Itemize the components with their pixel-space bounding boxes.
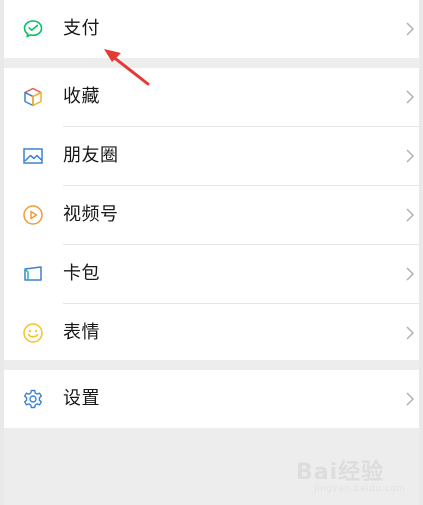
settings-group: 设置 xyxy=(4,370,419,428)
menu-item-label: 表情 xyxy=(63,322,100,343)
chevron-right-icon xyxy=(405,391,415,407)
main-group: 收藏 朋友圈 视频号 卡包 表情 xyxy=(4,68,419,360)
menu-item-cards[interactable]: 卡包 xyxy=(4,245,419,303)
menu-item-label: 支付 xyxy=(63,18,100,39)
pay-group: 支付 xyxy=(4,0,419,58)
menu-item-stickers[interactable]: 表情 xyxy=(4,304,419,362)
channels-play-icon xyxy=(22,204,44,226)
menu-item-moments[interactable]: 朋友圈 xyxy=(4,127,419,185)
annotation-arrow-icon xyxy=(104,49,150,86)
right-edge xyxy=(419,0,423,505)
watermark-url: jingyan.baidu.com xyxy=(314,484,406,494)
menu-item-label: 设置 xyxy=(63,388,100,409)
menu-item-favorites[interactable]: 收藏 xyxy=(4,68,419,126)
watermark-brand: Bai经验 xyxy=(296,460,385,485)
card-wallet-icon xyxy=(22,263,44,285)
menu-item-pay[interactable]: 支付 xyxy=(4,0,419,58)
sticker-smiley-icon xyxy=(22,322,44,344)
gear-icon xyxy=(22,388,44,410)
menu-item-settings[interactable]: 设置 xyxy=(4,370,419,428)
me-page: 支付 收藏 朋友圈 视频号 卡包 表情 设置 Bai经验 jingyan.bai… xyxy=(0,0,423,505)
baidu-jingyan-watermark: Bai经验 jingyan.baidu.com xyxy=(296,448,416,502)
menu-item-channels[interactable]: 视频号 xyxy=(4,186,419,244)
chevron-right-icon xyxy=(405,207,415,223)
favorites-cube-icon xyxy=(22,86,44,108)
chevron-right-icon xyxy=(405,89,415,105)
moments-image-icon xyxy=(22,145,44,167)
menu-item-label: 收藏 xyxy=(63,86,100,107)
chevron-right-icon xyxy=(405,325,415,341)
wechat-pay-icon xyxy=(22,18,44,40)
chevron-right-icon xyxy=(405,266,415,282)
menu-item-label: 卡包 xyxy=(63,263,100,284)
chevron-right-icon xyxy=(405,148,415,164)
menu-item-label: 视频号 xyxy=(63,204,119,225)
menu-item-label: 朋友圈 xyxy=(63,145,119,166)
chevron-right-icon xyxy=(405,21,415,37)
